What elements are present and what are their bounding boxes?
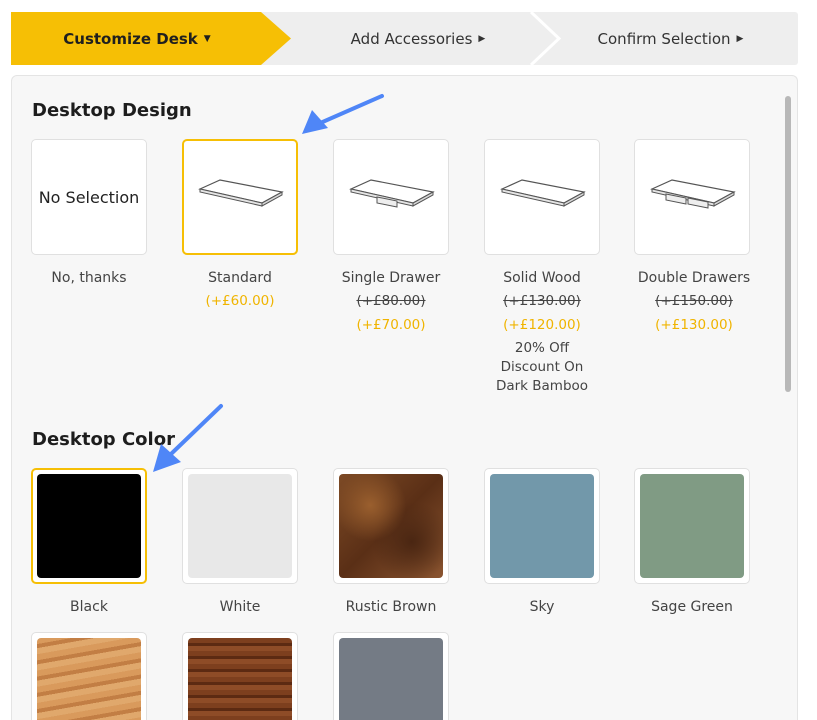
color-swatch [640, 474, 744, 578]
desk-double-drawers-icon [650, 179, 736, 209]
color-option-label: Black [70, 599, 108, 615]
desk-standard-icon [198, 179, 284, 207]
design-option-old-price: (+£150.00) [655, 293, 733, 309]
color-option-rustic-brown[interactable]: Rustic Brown [333, 468, 449, 618]
color-option-white[interactable]: White [182, 468, 298, 618]
caret-down-icon: ▼ [203, 33, 211, 44]
step-add-accessories[interactable]: Add Accessories ▶ [293, 12, 543, 65]
step-label: Customize Desk [63, 29, 198, 48]
color-option-label: Sage Green [651, 599, 733, 615]
step-label: Add Accessories [350, 29, 473, 48]
color-swatch [37, 638, 141, 720]
color-thumb [484, 468, 600, 584]
design-option-old-price: (+£130.00) [503, 293, 581, 309]
design-option-label: Standard [208, 270, 272, 286]
color-option-grey[interactable] [333, 632, 449, 720]
design-option-label: Double Drawers [637, 270, 751, 286]
step-confirm-selection[interactable]: Confirm Selection ▶ [543, 12, 798, 65]
color-option-light-wood[interactable] [31, 632, 147, 720]
color-thumb-selected [31, 468, 147, 584]
design-option-note: 20% Off Discount On Dark Bamboo [495, 340, 589, 394]
step-customize-desk[interactable]: Customize Desk ▼ [11, 12, 291, 65]
color-thumb [333, 632, 449, 720]
design-option-price: (+£70.00) [356, 317, 426, 333]
checkout-stepper: Customize Desk ▼ Add Accessories ▶ Confi… [11, 12, 798, 65]
design-option-old-price: (+£80.00) [356, 293, 426, 309]
color-swatch [339, 638, 443, 720]
desk-solid-wood-icon [500, 179, 586, 207]
color-swatch [188, 474, 292, 578]
caret-right-icon: ▶ [736, 33, 744, 44]
design-option-double-drawers[interactable]: Double Drawers (+£150.00) (+£130.00) [634, 139, 754, 337]
design-option-price: (+£130.00) [655, 317, 733, 333]
design-thumb [634, 139, 750, 255]
design-thumb [333, 139, 449, 255]
color-option-black[interactable]: Black [31, 468, 147, 618]
color-thumb [333, 468, 449, 584]
color-thumb [634, 468, 750, 584]
design-option-standard[interactable]: Standard (+£60.00) [182, 139, 298, 313]
customize-panel: Desktop Design No Selection No, thanks S… [11, 75, 798, 720]
color-option-sky[interactable]: Sky [484, 468, 600, 618]
design-option-solid-wood[interactable]: Solid Wood (+£130.00) (+£120.00) 20% Off… [484, 139, 600, 396]
design-option-price: (+£120.00) [503, 317, 581, 333]
design-option-label: Single Drawer [341, 270, 441, 286]
design-option-price: (+£60.00) [205, 293, 275, 309]
caret-right-icon: ▶ [478, 33, 486, 44]
color-swatch [339, 474, 443, 578]
desktop-color-title: Desktop Color [32, 429, 175, 450]
color-swatch [490, 474, 594, 578]
color-option-label: Rustic Brown [345, 599, 437, 615]
design-option-none[interactable]: No Selection No, thanks [31, 139, 147, 289]
design-option-label: Solid Wood [503, 270, 581, 286]
design-thumb: No Selection [31, 139, 147, 255]
color-option-dark-wood[interactable] [182, 632, 298, 720]
step-label: Confirm Selection [597, 29, 731, 48]
color-swatch [37, 474, 141, 578]
desktop-design-title: Desktop Design [32, 100, 192, 121]
color-thumb [182, 468, 298, 584]
desk-single-drawer-icon [349, 179, 435, 208]
no-selection-text: No Selection [38, 187, 140, 207]
design-option-label: No, thanks [51, 270, 127, 286]
design-option-single-drawer[interactable]: Single Drawer (+£80.00) (+£70.00) [333, 139, 449, 337]
design-thumb [484, 139, 600, 255]
color-thumb [31, 632, 147, 720]
color-option-label: White [219, 599, 261, 615]
design-thumb-selected [182, 139, 298, 255]
color-option-sage-green[interactable]: Sage Green [634, 468, 750, 618]
color-option-label: Sky [529, 599, 555, 615]
color-thumb [182, 632, 298, 720]
scrollbar-thumb[interactable] [785, 96, 791, 392]
color-swatch [188, 638, 292, 720]
